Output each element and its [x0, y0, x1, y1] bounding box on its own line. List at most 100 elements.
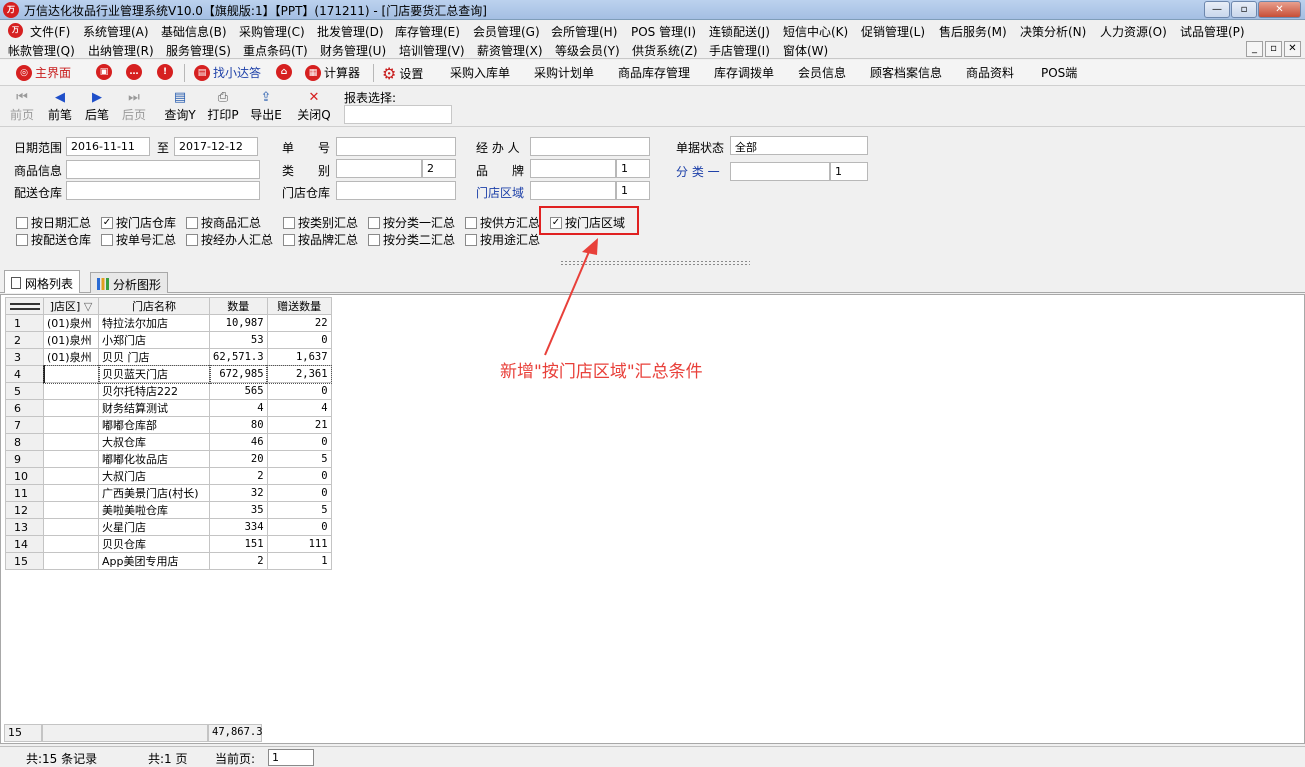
export-button[interactable]: ⇪ 导出E: [246, 90, 286, 123]
find-helper-button[interactable]: ▤ 找小达答: [194, 64, 261, 81]
link-stock-transfer[interactable]: 库存调拨单: [714, 64, 774, 81]
link-customer-profile[interactable]: 顾客档案信息: [870, 64, 942, 81]
operator-field[interactable]: [530, 137, 650, 156]
doc-no-field[interactable]: [336, 137, 456, 156]
menu-trial[interactable]: 试品管理(P): [1180, 23, 1245, 40]
chat-button[interactable]: …: [126, 64, 142, 80]
store-region-code-field[interactable]: 1: [616, 181, 650, 200]
product-info-field[interactable]: [66, 160, 260, 179]
date-from-field[interactable]: 2016-11-11: [66, 137, 150, 156]
home-button[interactable]: ◎ 主界面: [16, 64, 71, 81]
mdi-restore-button[interactable]: ▫: [1265, 41, 1282, 57]
menu-finance[interactable]: 财务管理(U): [320, 42, 386, 59]
menu-basic-info[interactable]: 基础信息(B): [161, 23, 227, 40]
cb-by-product[interactable]: 按商品汇总: [186, 214, 261, 231]
brand-code-field[interactable]: 1: [616, 159, 650, 178]
cb-by-brand[interactable]: 按品牌汇总: [283, 231, 358, 248]
table-row[interactable]: 9 嘟嘟化妆品店 20 5: [5, 450, 332, 468]
store-region-field[interactable]: [530, 181, 616, 200]
row-selector-header[interactable]: [5, 297, 44, 315]
cb-by-doc-no[interactable]: 按单号汇总: [101, 231, 176, 248]
menu-system[interactable]: 系统管理(A): [83, 23, 149, 40]
table-row[interactable]: 8 大叔仓库 46 0: [5, 433, 332, 451]
mdi-minimize-button[interactable]: _: [1246, 41, 1263, 57]
cb-by-operator[interactable]: 按经办人汇总: [186, 231, 273, 248]
doc-status-select[interactable]: 全部: [730, 136, 868, 155]
class1-code-field[interactable]: 1: [830, 162, 868, 181]
menu-salary[interactable]: 薪资管理(X): [477, 42, 543, 59]
menu-chain[interactable]: 连锁配送(J): [709, 23, 770, 40]
category-field[interactable]: [336, 159, 422, 178]
print-button[interactable]: ⎙ 打印P: [203, 90, 243, 123]
last-page-button[interactable]: ⏭ 后页: [116, 90, 152, 123]
class1-label[interactable]: 分 类 一: [676, 163, 720, 180]
menu-store[interactable]: 手店管理(I): [709, 42, 770, 59]
settings-button[interactable]: ⚙ 设置: [382, 64, 423, 83]
close-button[interactable]: ✕ 关闭Q: [294, 90, 334, 123]
brand-field[interactable]: [530, 159, 616, 178]
category-code-field[interactable]: 2: [422, 159, 456, 178]
menu-cashier[interactable]: 出纳管理(R): [88, 42, 154, 59]
menu-decision[interactable]: 决策分析(N): [1020, 23, 1086, 40]
link-product-data[interactable]: 商品资料: [966, 64, 1014, 81]
menu-inventory[interactable]: 库存管理(E): [395, 23, 460, 40]
table-row[interactable]: 3 (01)泉州 贝贝 门店 62,571.3 1,637: [5, 348, 332, 366]
table-row[interactable]: 13 火星门店 334 0: [5, 518, 332, 536]
cb-by-class1[interactable]: 按分类一汇总: [368, 214, 455, 231]
header-store-name[interactable]: 门店名称: [98, 297, 210, 315]
link-stock-management[interactable]: 商品库存管理: [618, 64, 690, 81]
class1-field[interactable]: [730, 162, 830, 181]
cb-by-supplier[interactable]: 按供方汇总: [465, 214, 540, 231]
table-row[interactable]: 5 贝尔托特店222 565 0: [5, 382, 332, 400]
date-to-field[interactable]: 2017-12-12: [174, 137, 258, 156]
panel-splitter-handle[interactable]: [560, 260, 750, 266]
menu-pos[interactable]: POS 管理(I): [631, 23, 696, 40]
menu-purchase[interactable]: 采购管理(C): [239, 23, 305, 40]
table-row[interactable]: 11 广西美景门店(村长) 32 0: [5, 484, 332, 502]
next-record-button[interactable]: ▶ 后笔: [79, 90, 115, 123]
table-row[interactable]: 14 贝贝仓库 151 111: [5, 535, 332, 553]
mdi-close-button[interactable]: ✕: [1284, 41, 1301, 57]
table-row[interactable]: 7 嘟嘟仓库部 80 21: [5, 416, 332, 434]
menu-promotion[interactable]: 促销管理(L): [861, 23, 925, 40]
close-window-button[interactable]: ✕: [1258, 1, 1301, 18]
prev-record-button[interactable]: ◀ 前笔: [42, 90, 78, 123]
menu-supply[interactable]: 供货系统(Z): [632, 42, 698, 59]
table-row[interactable]: 1 (01)泉州 特拉法尔加店 10,987 22: [5, 314, 332, 332]
table-row[interactable]: 12 美啦美啦仓库 35 5: [5, 501, 332, 519]
link-purchase-inbound[interactable]: 采购入库单: [450, 64, 510, 81]
menu-club[interactable]: 会所管理(H): [551, 23, 617, 40]
tab-grid-list[interactable]: 网格列表: [4, 270, 81, 293]
store-wh-field[interactable]: [336, 181, 456, 200]
link-purchase-plan[interactable]: 采购计划单: [534, 64, 594, 81]
cb-by-store-warehouse[interactable]: ✓ 按门店仓库: [101, 214, 176, 231]
home-page-button[interactable]: ⌂: [276, 64, 292, 80]
store-region-label[interactable]: 门店区域: [476, 184, 524, 201]
link-pos[interactable]: POS端: [1041, 64, 1077, 81]
current-page-input[interactable]: 1: [268, 749, 314, 766]
menu-wholesale[interactable]: 批发管理(D): [317, 23, 384, 40]
menu-level-member[interactable]: 等级会员(Y): [555, 42, 620, 59]
table-row[interactable]: 4 贝贝蓝天门店 672,985 2,361: [5, 364, 333, 384]
menu-member[interactable]: 会员管理(G): [473, 23, 540, 40]
maximize-button[interactable]: ▫: [1231, 1, 1257, 18]
menu-accounts[interactable]: 帐款管理(Q): [8, 42, 75, 59]
table-row[interactable]: 2 (01)泉州 小郑门店 53 0: [5, 331, 332, 349]
table-row[interactable]: 15 App美团专用店 2 1: [5, 552, 332, 570]
cb-by-class2[interactable]: 按分类二汇总: [368, 231, 455, 248]
menu-hr[interactable]: 人力资源(O): [1100, 23, 1167, 40]
lock-button[interactable]: ▣: [96, 64, 112, 80]
menu-service[interactable]: 服务管理(S): [166, 42, 231, 59]
menu-barcode[interactable]: 重点条码(T): [243, 42, 308, 59]
query-button[interactable]: ▤ 查询Y: [160, 90, 200, 123]
cb-by-usage[interactable]: 按用途汇总: [465, 231, 540, 248]
hint-button[interactable]: !: [157, 64, 173, 80]
minimize-button[interactable]: —: [1204, 1, 1230, 18]
header-store-region[interactable]: ]店区] ▽: [43, 297, 99, 315]
menu-sms[interactable]: 短信中心(K): [783, 23, 848, 40]
menu-window[interactable]: 窗体(W): [783, 42, 828, 59]
calculator-button[interactable]: ▦ 计算器: [305, 64, 360, 81]
menu-file[interactable]: 文件(F): [30, 23, 70, 40]
cb-by-date[interactable]: 按日期汇总: [16, 214, 91, 231]
header-gift-quantity[interactable]: 赠送数量: [266, 297, 332, 315]
